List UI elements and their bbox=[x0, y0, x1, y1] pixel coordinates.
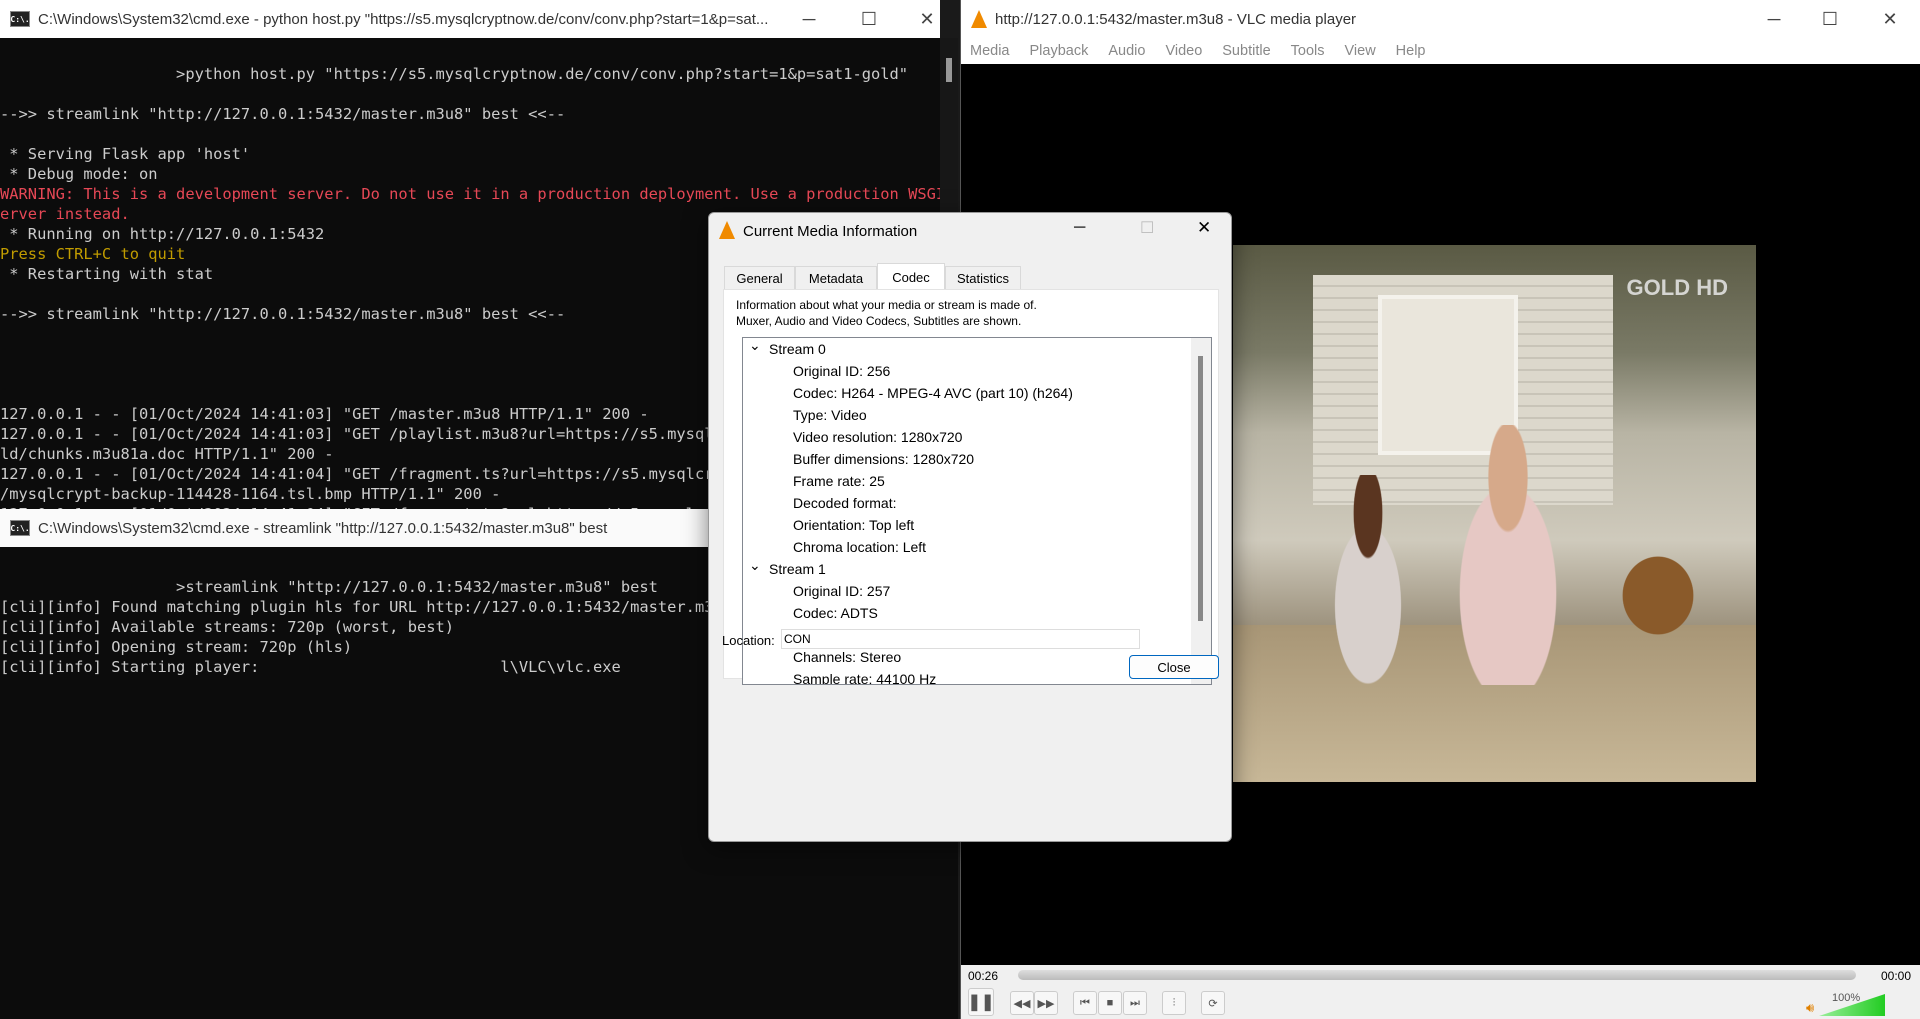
minimize-button[interactable]: ─ bbox=[786, 0, 832, 38]
maximize-button[interactable]: ☐ bbox=[846, 0, 892, 38]
console-line: * Debug mode: on bbox=[0, 165, 158, 183]
menu-view[interactable]: View bbox=[1345, 43, 1376, 59]
tab-metadata[interactable]: Metadata bbox=[795, 266, 877, 290]
dialog-minimize-button[interactable]: ─ bbox=[1074, 219, 1085, 237]
video-person-woman bbox=[1433, 425, 1583, 685]
vlc-cone-icon bbox=[719, 221, 735, 239]
chevron-down-icon[interactable]: ⌄ bbox=[743, 554, 769, 576]
cmd1-title: C:\Windows\System32\cmd.exe - python hos… bbox=[38, 10, 769, 28]
tree-node[interactable]: ⌄ Stream 0 bbox=[743, 338, 1211, 360]
info-line-1: Information about what your media or str… bbox=[736, 298, 1037, 312]
previous-button[interactable]: ⏮ bbox=[1073, 991, 1097, 1015]
tab-codec[interactable]: Codec bbox=[877, 263, 945, 290]
speaker-icon[interactable]: 🔊︎ bbox=[1806, 1000, 1814, 1016]
info-line-2: Muxer, Audio and Video Codecs, Subtitles… bbox=[736, 314, 1022, 328]
next-button[interactable]: ⏭ bbox=[1123, 991, 1147, 1015]
tree-leaf: Original ID: 257 bbox=[793, 583, 891, 599]
tree-leaf: Type: Video bbox=[793, 407, 867, 423]
tree-leaf: Decoded format: bbox=[793, 495, 897, 511]
tab-statistics[interactable]: Statistics bbox=[945, 266, 1021, 290]
tree-leaf: Orientation: Top left bbox=[793, 517, 915, 533]
tree-scrollbar[interactable] bbox=[1191, 338, 1211, 684]
minimize-button[interactable]: ─ bbox=[1751, 0, 1797, 38]
close-button[interactable]: ✕ bbox=[1867, 0, 1913, 38]
video-person-girl bbox=[1313, 475, 1423, 685]
console-line: -->> streamlink "http://127.0.0.1:5432/m… bbox=[0, 105, 566, 123]
volume-label: 100% bbox=[1832, 992, 1861, 1004]
chevron-down-icon[interactable]: ⌄ bbox=[743, 338, 769, 356]
menu-help[interactable]: Help bbox=[1396, 43, 1426, 59]
console-line: * Serving Flask app 'host' bbox=[0, 145, 251, 163]
time-total: 00:00 bbox=[1881, 969, 1912, 983]
vlc-titlebar[interactable]: http://127.0.0.1:5432/master.m3u8 - VLC … bbox=[961, 0, 1920, 38]
maximize-button[interactable]: ☐ bbox=[1807, 0, 1853, 38]
equalizer-button[interactable]: ⫶ bbox=[1162, 991, 1186, 1015]
menu-video[interactable]: Video bbox=[1165, 43, 1202, 59]
close-button[interactable]: Close bbox=[1129, 655, 1219, 679]
vlc-cone-icon bbox=[971, 10, 987, 28]
menu-audio[interactable]: Audio bbox=[1108, 43, 1145, 59]
tree-leaf: Codec: ADTS bbox=[793, 605, 878, 621]
cmd-icon: C:\. bbox=[10, 11, 30, 27]
menu-subtitle[interactable]: Subtitle bbox=[1222, 43, 1270, 59]
video-dog bbox=[1603, 535, 1713, 645]
video-frame[interactable]: GOLD HD bbox=[1233, 245, 1756, 782]
cmd2-title: C:\Windows\System32\cmd.exe - streamlink… bbox=[38, 519, 608, 537]
vlc-menubar: Media Playback Audio Video Subtitle Tools View… bbox=[961, 38, 1920, 64]
cmd1-titlebar[interactable]: C:\. C:\Windows\System32\cmd.exe - pytho… bbox=[0, 0, 940, 38]
console-line: >python host.py "https://s5.mysqlcryptno… bbox=[0, 65, 909, 83]
tree-node-label: Stream 1 bbox=[769, 561, 826, 577]
tree-node-label: Stream 0 bbox=[769, 341, 826, 357]
tree-leaf: Original ID: 256 bbox=[793, 363, 891, 379]
menu-tools[interactable]: Tools bbox=[1291, 43, 1325, 59]
vlc-title: http://127.0.0.1:5432/master.m3u8 - VLC … bbox=[995, 10, 1357, 28]
scrollbar-thumb[interactable] bbox=[946, 58, 952, 82]
faster-button[interactable]: ▶▶ bbox=[1034, 991, 1058, 1015]
tab-general[interactable]: General bbox=[724, 266, 795, 290]
pause-button[interactable]: ❚❚ bbox=[968, 988, 994, 1016]
tree-leaf: Chroma location: Left bbox=[793, 539, 927, 555]
dialog-close-x-button[interactable]: ✕ bbox=[1197, 218, 1211, 238]
location-input[interactable] bbox=[781, 629, 1140, 649]
tree-leaf: Video resolution: 1280x720 bbox=[793, 429, 963, 445]
tree-leaf: Frame rate: 25 bbox=[793, 473, 885, 489]
time-elapsed: 00:26 bbox=[968, 969, 999, 983]
console-line: WARNING: This is a development server. D… bbox=[0, 185, 940, 203]
scrollbar-thumb[interactable] bbox=[1198, 356, 1203, 621]
seek-slider[interactable] bbox=[1018, 970, 1856, 980]
media-info-dialog: Current Media Information ─ ☐ ✕ General … bbox=[708, 212, 1232, 842]
tree-node[interactable]: ⌄ Stream 1 bbox=[743, 557, 1211, 580]
stop-button[interactable]: ■ bbox=[1098, 991, 1122, 1015]
tree-leaf: Codec: H264 - MPEG-4 AVC (part 10) (h264… bbox=[793, 385, 1073, 401]
loop-button[interactable]: ⟳ bbox=[1201, 991, 1225, 1015]
dialog-maximize-button[interactable]: ☐ bbox=[1140, 218, 1154, 238]
slower-button[interactable]: ◀◀ bbox=[1010, 991, 1034, 1015]
tree-leaf: Buffer dimensions: 1280x720 bbox=[793, 451, 975, 467]
menu-playback[interactable]: Playback bbox=[1030, 43, 1089, 59]
dialog-title: Current Media Information bbox=[743, 223, 918, 240]
location-label: Location: bbox=[722, 633, 775, 648]
cmd-icon: C:\. bbox=[10, 520, 30, 536]
channel-logo: GOLD HD bbox=[1626, 275, 1728, 300]
menu-media[interactable]: Media bbox=[970, 43, 1010, 59]
close-button[interactable]: ✕ bbox=[904, 0, 940, 38]
